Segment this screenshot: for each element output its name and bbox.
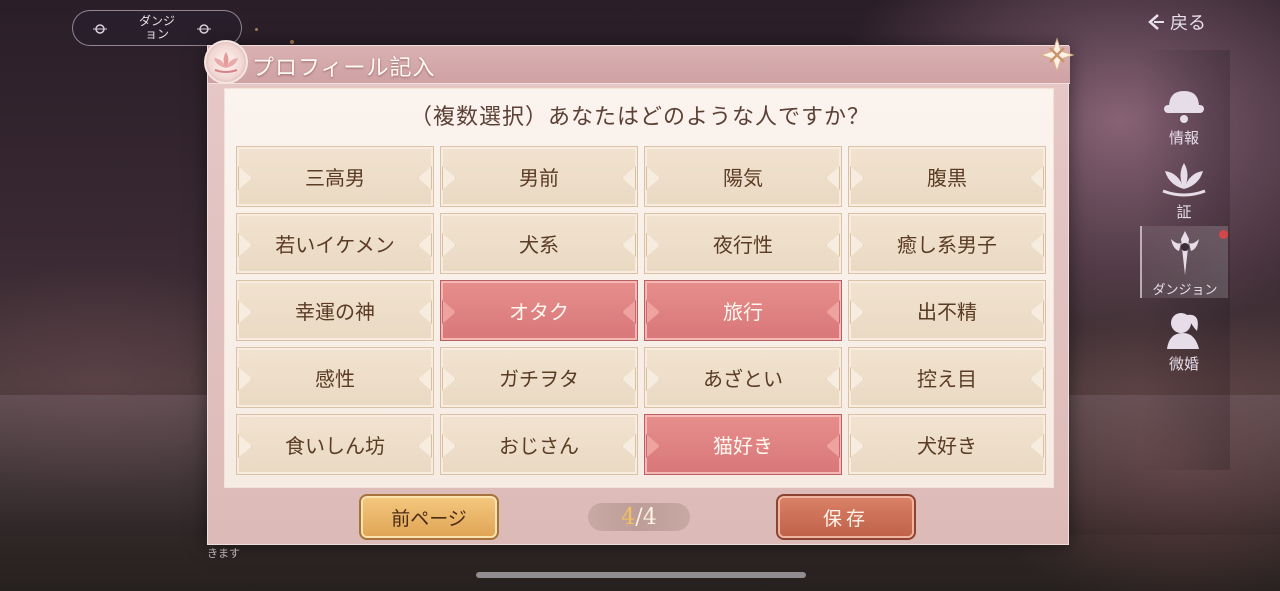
ornament-icon [93, 24, 107, 34]
sidebar-item-proof[interactable]: 証 [1140, 154, 1228, 222]
close-button[interactable] [1038, 36, 1076, 74]
back-arrow-icon [1148, 14, 1164, 30]
option-button[interactable]: 出不精 [848, 280, 1046, 341]
page-total: /4 [635, 504, 657, 530]
notification-dot [1219, 230, 1228, 239]
page-current: 4 [621, 504, 636, 530]
sidebar-item-marriage[interactable]: 微婚 [1140, 306, 1228, 374]
options-grid: 三高男 男前 陽気 腹黒 若いイケメン 犬系 夜行性 癒し系男子 幸運の神 オタ… [236, 146, 1046, 477]
option-button[interactable]: 旅行 [644, 280, 842, 341]
option-label: 犬系 [519, 233, 559, 257]
option-label: 猫好き [713, 434, 773, 458]
couple-icon [1167, 313, 1199, 349]
dialog-title: プロフィール記入 [252, 56, 436, 81]
option-label: オタク [509, 300, 569, 324]
option-button[interactable]: あざとい [644, 347, 842, 408]
close-icon [1039, 37, 1075, 73]
scene-label: ダンジョン [138, 14, 175, 41]
option-button[interactable]: 犬系 [440, 213, 638, 274]
sidebar-item-dungeon[interactable]: ダンジョン [1140, 226, 1228, 298]
option-label: 出不精 [917, 300, 977, 324]
option-button[interactable]: 三高男 [236, 146, 434, 207]
option-label: ガチヲタ [499, 367, 579, 391]
option-label: 感性 [315, 367, 355, 391]
bottom-hint: きます [207, 547, 240, 560]
back-button[interactable]: 戻る [1146, 8, 1216, 36]
sidebar-item-label: 微婚 [1168, 355, 1199, 373]
option-label: 癒し系男子 [897, 233, 997, 257]
option-button[interactable]: 夜行性 [644, 213, 842, 274]
option-label: 陽気 [723, 166, 763, 190]
option-button[interactable]: 控え目 [848, 347, 1046, 408]
option-label: 腹黒 [927, 166, 967, 190]
sidebar-item-info[interactable]: 情報 [1140, 80, 1228, 148]
info-icon [1164, 91, 1204, 123]
option-label: 食いしん坊 [285, 434, 385, 458]
option-label: 旅行 [723, 300, 763, 324]
profile-dialog: プロフィール記入 （複数選択）あなたはどのような人ですか？ 三高男 男前 陽気 … [204, 37, 1075, 545]
option-label: おじさん [499, 434, 579, 458]
question-text: （複数選択）あなたはどのような人ですか？ [409, 105, 870, 130]
lotus-icon [1162, 163, 1206, 197]
option-button[interactable]: 男前 [440, 146, 638, 207]
dungeon-icon [1171, 231, 1199, 275]
back-label: 戻る [1170, 13, 1206, 34]
dialog-header: プロフィール記入 [204, 37, 1075, 84]
option-button[interactable]: 陽気 [644, 146, 842, 207]
option-label: あざとい [703, 367, 783, 391]
background-lantern [290, 40, 294, 44]
option-button[interactable]: 腹黒 [848, 146, 1046, 207]
option-button[interactable]: 猫好き [644, 414, 842, 475]
option-button[interactable]: 食いしん坊 [236, 414, 434, 475]
right-sidebar: 情報 証 ダンジョン 微婚 [1140, 50, 1230, 470]
lotus-icon [214, 52, 238, 73]
option-button[interactable]: 癒し系男子 [848, 213, 1046, 274]
save-button[interactable]: 保存 [776, 494, 916, 540]
sidebar-item-label: 証 [1176, 203, 1192, 221]
option-label: 控え目 [917, 367, 977, 391]
option-label: 幸運の神 [295, 300, 375, 324]
option-label: 若いイケメン [275, 233, 395, 257]
page-indicator: 4/4 [588, 503, 690, 531]
sidebar-item-label: 情報 [1168, 129, 1199, 147]
background-lantern [255, 28, 258, 31]
sidebar-item-label: ダンジョン [1152, 283, 1218, 298]
lotus-badge [204, 40, 248, 84]
option-label: 犬好き [917, 434, 977, 458]
ornament-icon [197, 24, 211, 34]
option-label: 男前 [519, 166, 559, 190]
scene-indicator: ダンジョン [72, 10, 242, 46]
prev-page-button[interactable]: 前ページ [359, 494, 499, 540]
option-button[interactable]: 感性 [236, 347, 434, 408]
option-button[interactable]: 若いイケメン [236, 213, 434, 274]
option-button[interactable]: ガチヲタ [440, 347, 638, 408]
option-button[interactable]: 幸運の神 [236, 280, 434, 341]
option-label: 夜行性 [713, 233, 773, 257]
home-indicator[interactable] [476, 572, 806, 578]
option-label: 三高男 [305, 166, 365, 190]
option-button[interactable]: オタク [440, 280, 638, 341]
option-button[interactable]: おじさん [440, 414, 638, 475]
option-button[interactable]: 犬好き [848, 414, 1046, 475]
dialog-body: （複数選択）あなたはどのような人ですか？ 三高男 男前 陽気 腹黒 若いイケメン… [224, 88, 1054, 488]
